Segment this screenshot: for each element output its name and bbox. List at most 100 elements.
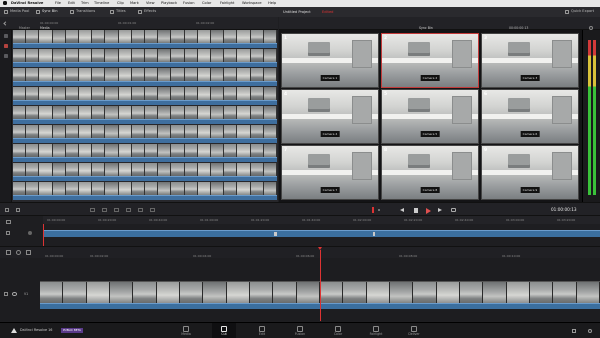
synced-clip-row[interactable] <box>13 30 277 49</box>
clip-marker[interactable] <box>373 232 375 236</box>
page-tab-fairlight[interactable]: Fairlight <box>364 323 388 338</box>
clip-thumbnail <box>263 87 277 100</box>
upper-timeline-clip[interactable] <box>43 230 600 237</box>
synced-clip-row[interactable] <box>13 49 277 68</box>
menu-help[interactable]: Help <box>268 1 276 6</box>
clip-thumbnail <box>26 144 40 157</box>
play-icon[interactable] <box>426 207 431 214</box>
clip-thumbnail <box>158 144 172 157</box>
camera-angle-7[interactable]: 7 Camera 7 <box>281 145 379 200</box>
lower-playhead[interactable] <box>320 250 321 321</box>
tool-blade-icon[interactable] <box>16 208 20 212</box>
sync-icon[interactable] <box>4 44 8 48</box>
media-pool-button[interactable]: Media Pool <box>4 9 29 15</box>
page-tab-fusion[interactable]: Fusion <box>288 323 312 338</box>
effects-button[interactable]: Effects <box>138 9 156 15</box>
jog-marker-icon[interactable] <box>372 207 374 213</box>
menu-mark[interactable]: Mark <box>130 1 139 6</box>
page-tab-edit[interactable]: Edit <box>250 323 274 338</box>
clip-thumbnail <box>65 30 80 43</box>
clip-thumbnail <box>118 30 132 43</box>
upper-tick-5: 01:01:20:00 <box>251 218 270 222</box>
snap-icon[interactable] <box>6 250 11 255</box>
apple-icon[interactable] <box>3 1 7 6</box>
menu-trim[interactable]: Trim <box>81 1 89 6</box>
page-tab-cut[interactable]: Cut <box>212 323 236 338</box>
tool-select-icon[interactable] <box>5 208 9 212</box>
project-title: Untitled Project <box>283 9 311 14</box>
upper-playhead[interactable] <box>43 224 44 246</box>
clip-thumbnail <box>145 125 159 138</box>
lock-track-icon[interactable] <box>6 231 10 235</box>
camera-angle-9[interactable]: 9 Camera 9 <box>481 145 579 200</box>
camera-angle-2[interactable]: 2 Camera 2 <box>381 33 479 88</box>
close-up-icon[interactable] <box>126 208 131 212</box>
clip-thumbnail <box>65 125 80 138</box>
append-icon[interactable] <box>102 208 107 212</box>
clip-thumbnail <box>250 163 264 176</box>
page-tab-color[interactable]: Color <box>326 323 350 338</box>
camera-angle-8[interactable]: 8 Camera 8 <box>381 145 479 200</box>
menu-timeline[interactable]: Timeline <box>94 1 109 6</box>
track-lock-icon[interactable] <box>4 292 8 296</box>
place-on-top-icon[interactable] <box>138 208 143 212</box>
clip-thumbnail <box>171 30 185 43</box>
stop-icon[interactable] <box>414 208 418 213</box>
menu-fusion[interactable]: Fusion <box>183 1 195 6</box>
bin-icon[interactable] <box>4 34 8 38</box>
link-icon[interactable] <box>16 250 21 255</box>
clip-audio-waveform <box>13 62 277 67</box>
menu-clip[interactable]: Clip <box>117 1 124 6</box>
clip-thumbnail <box>171 49 185 62</box>
camera-angle-3[interactable]: 3 Camera 3 <box>481 33 579 88</box>
source-overwrite-icon[interactable] <box>150 208 155 212</box>
menu-edit[interactable]: Edit <box>68 1 75 6</box>
list-icon[interactable] <box>4 54 8 58</box>
app-menu[interactable]: DaVinci Resolve <box>11 1 43 6</box>
smart-insert-icon[interactable] <box>90 208 95 212</box>
skip-forward-icon[interactable] <box>438 208 442 212</box>
synced-clip-row[interactable] <box>13 125 277 144</box>
quick-export-button[interactable]: Quick Export <box>565 9 594 15</box>
synced-clip-row[interactable] <box>13 163 277 182</box>
clip-thumbnail <box>237 49 251 62</box>
espresso-machine-shape <box>308 154 330 168</box>
synced-clip-row[interactable] <box>13 182 277 201</box>
track-eye-icon[interactable] <box>12 292 17 296</box>
track-visibility-icon[interactable] <box>28 231 32 235</box>
timeline-settings-icon[interactable] <box>6 220 11 224</box>
synced-clip-row[interactable] <box>13 144 277 163</box>
camera-angle-6[interactable]: 6 Camera 6 <box>481 89 579 144</box>
ripple-overwrite-icon[interactable] <box>114 208 119 212</box>
transitions-button[interactable]: Transitions <box>70 9 95 15</box>
menu-workspace[interactable]: Workspace <box>242 1 262 6</box>
clip-thumbnail <box>224 182 238 195</box>
camera-angle-4[interactable]: 4 Camera 4 <box>281 89 379 144</box>
menu-color[interactable]: Color <box>202 1 211 6</box>
menu-fairlight[interactable]: Fairlight <box>220 1 234 6</box>
page-tab-deliver[interactable]: Deliver <box>402 323 426 338</box>
settings-gear-icon[interactable] <box>588 329 592 333</box>
camera-angle-5[interactable]: 5 Camera 5 <box>381 89 479 144</box>
sync-bin-button[interactable]: Sync Bin <box>36 9 58 15</box>
home-icon[interactable] <box>572 329 576 333</box>
titles-button[interactable]: Titles <box>110 9 126 15</box>
media-pool-icon <box>4 10 8 14</box>
page-tab-media[interactable]: Media <box>174 323 198 338</box>
clip-thumbnail <box>105 68 119 81</box>
back-arrow-icon[interactable] <box>3 21 8 26</box>
menu-view[interactable]: View <box>146 1 155 6</box>
audio-track-icon[interactable] <box>26 250 31 255</box>
upper-tick-4: 01:01:00:00 <box>200 218 219 222</box>
synced-clip-row[interactable] <box>13 87 277 106</box>
synced-clip-row[interactable] <box>13 68 277 87</box>
skip-back-icon[interactable] <box>400 208 404 212</box>
track-label: V1 <box>24 291 29 296</box>
menu-file[interactable]: File <box>55 1 61 6</box>
synced-clip-row[interactable] <box>13 106 277 125</box>
menu-playback[interactable]: Playback <box>161 1 177 6</box>
loop-icon[interactable] <box>451 208 456 212</box>
camera-angle-1[interactable]: 1 Camera 1 <box>281 33 379 88</box>
clip-marker[interactable] <box>274 232 277 236</box>
deliver-page-icon <box>411 325 417 332</box>
